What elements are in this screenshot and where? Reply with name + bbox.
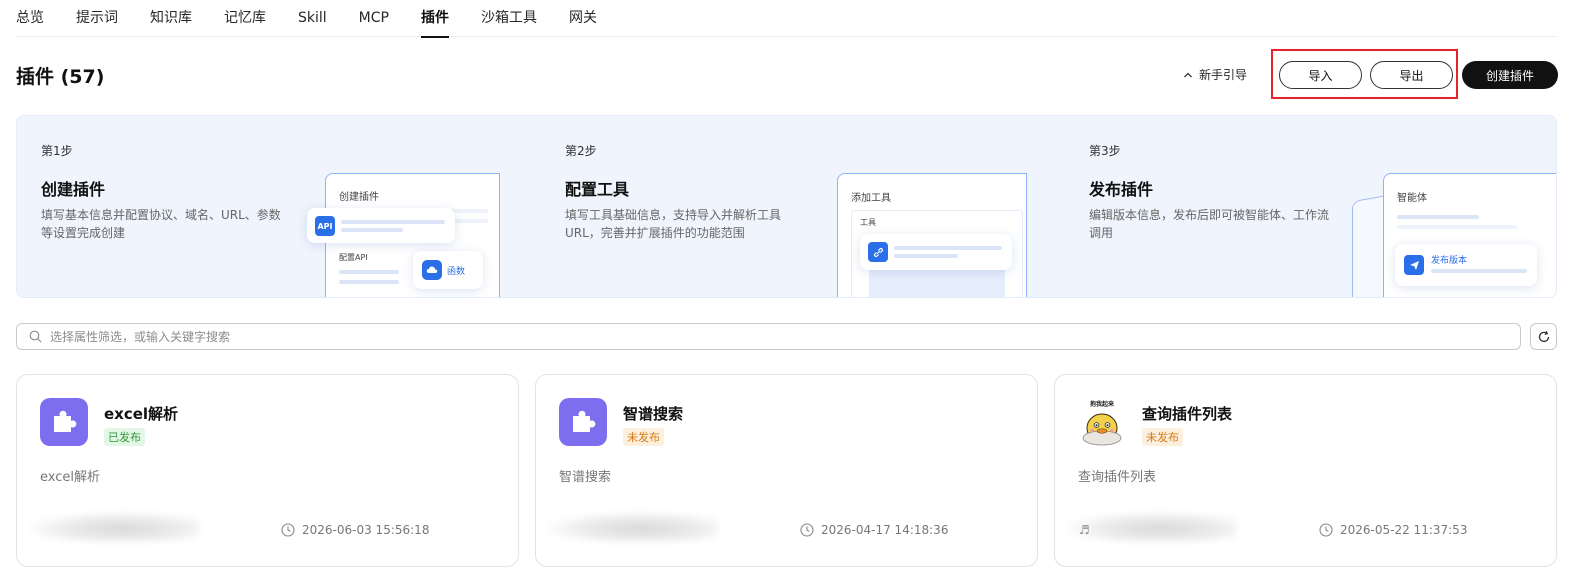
placeholder-bar: [339, 280, 399, 284]
card-desc: excel解析: [40, 470, 100, 485]
send-icon: [1404, 255, 1424, 275]
tool-sub-label: 工具: [860, 218, 876, 227]
tool-card: [860, 234, 1012, 270]
time-text: 2026-04-17 14:18:36: [821, 523, 949, 537]
step-desc: 填写基本信息并配置协议、域名、URL、参数等设置完成创建: [41, 208, 281, 240]
refresh-button[interactable]: [1530, 323, 1557, 350]
clock-icon: [800, 523, 814, 537]
import-button[interactable]: 导入: [1279, 61, 1362, 89]
mock-title: 智能体: [1397, 193, 1427, 204]
step-number: 第3步: [1089, 144, 1121, 158]
step-title: 创建插件: [41, 180, 106, 199]
search-bar: [16, 323, 1521, 350]
meme-caption: 抱我起来: [1090, 400, 1115, 408]
placeholder-bar: [894, 254, 958, 258]
steps-banner: 第1步 创建插件 填写基本信息并配置协议、域名、URL、参数等设置完成创建 创建…: [16, 115, 1557, 298]
refresh-icon: [1538, 330, 1549, 342]
placeholder-bar: [341, 220, 445, 224]
blurred-user: [1067, 512, 1237, 542]
top-tabs: 总览 提示词 知识库 记忆库 Skill MCP 插件 沙箱工具 网关: [16, 0, 1557, 38]
time-text: 2026-05-22 11:37:53: [1340, 523, 1468, 537]
export-button[interactable]: 导出: [1370, 61, 1453, 89]
card-time: 2026-04-17 14:18:36: [800, 523, 948, 537]
function-label: 函数: [447, 267, 466, 277]
puzzle-icon: [573, 410, 596, 432]
time-text: 2026-06-03 15:56:18: [302, 523, 430, 537]
guide-toggle[interactable]: 新手引导: [1183, 66, 1247, 83]
tab-mcp[interactable]: MCP: [359, 0, 389, 37]
link-icon: [868, 242, 888, 262]
publish-label: 发布版本: [1431, 256, 1468, 266]
tab-sandbox-tools[interactable]: 沙箱工具: [481, 0, 537, 37]
guide-label: 新手引导: [1199, 68, 1248, 82]
chevron-up-icon: [1184, 72, 1192, 77]
plugin-card[interactable]: 抱我起来 查询插件列表 未发布 查询插件列表 ♬ 2026-05-22 11:3…: [1054, 374, 1557, 567]
status-badge: 已发布: [104, 428, 145, 446]
tab-prompts[interactable]: 提示词: [76, 0, 118, 37]
publish-card: 发布版本: [1395, 244, 1537, 286]
card-title: excel解析: [104, 405, 179, 423]
step-title: 配置工具: [565, 180, 630, 199]
meme-avatar: 抱我起来: [1078, 398, 1126, 446]
clock-icon: [1319, 523, 1333, 537]
clock-icon: [281, 523, 295, 537]
placeholder-bar: [341, 228, 403, 232]
card-desc: 智谱搜索: [559, 470, 612, 485]
placeholder-bar: [894, 246, 1002, 250]
tab-knowledge[interactable]: 知识库: [150, 0, 192, 37]
cloud-icon: [422, 260, 442, 280]
plugin-avatar: [40, 398, 88, 446]
step-desc: 填写工具基础信息，支持导入并解析工具URL，完善并扩展插件的功能范围: [565, 208, 782, 240]
placeholder-bar: [1397, 225, 1517, 229]
mock-title: 创建插件: [339, 192, 379, 203]
search-input[interactable]: [50, 329, 1450, 344]
puzzle-icon: [54, 410, 77, 432]
tab-memory[interactable]: 记忆库: [224, 0, 266, 37]
create-plugin-button[interactable]: 创建插件: [1462, 61, 1558, 89]
card-time: 2026-06-03 15:56:18: [281, 523, 429, 537]
plugin-card[interactable]: 智谱搜索 未发布 智谱搜索 2026-04-17 14:18:36: [535, 374, 1038, 567]
card-title: 查询插件列表: [1142, 405, 1233, 423]
step-title: 发布插件: [1089, 180, 1154, 199]
step-number: 第1步: [41, 144, 73, 158]
step-number: 第2步: [565, 144, 597, 158]
tab-plugins[interactable]: 插件: [420, 0, 449, 38]
user-icon: ♬: [1079, 523, 1090, 537]
tab-gateway[interactable]: 网关: [569, 0, 597, 37]
api-chip: API: [315, 216, 335, 236]
function-card: 函数: [413, 251, 483, 289]
card-desc: 查询插件列表: [1078, 470, 1157, 485]
placeholder-bar: [1397, 215, 1479, 219]
placeholder-bar: [339, 270, 399, 274]
tab-overview[interactable]: 总览: [16, 0, 44, 37]
tab-skill[interactable]: Skill: [298, 0, 327, 37]
api-card: API: [307, 208, 455, 243]
mock-sub-label: 配置API: [339, 253, 368, 262]
blurred-user: [29, 512, 199, 542]
placeholder-bar: [1431, 269, 1527, 273]
card-time: 2026-05-22 11:37:53: [1319, 523, 1467, 537]
page-title: 插件 (57): [16, 66, 105, 88]
status-badge: 未发布: [1142, 428, 1183, 446]
plugin-card[interactable]: excel解析 已发布 excel解析 2026-06-03 15:56:18: [16, 374, 519, 567]
status-badge: 未发布: [623, 428, 664, 446]
duck-meme-image: 抱我起来: [1082, 400, 1122, 446]
search-icon: [29, 330, 42, 343]
plugin-avatar: [559, 398, 607, 446]
step-desc: 编辑版本信息，发布后即可被智能体、工作流调用: [1089, 208, 1330, 240]
card-title: 智谱搜索: [623, 405, 684, 423]
placeholder-block: [869, 269, 1005, 297]
mock-title: 添加工具: [851, 193, 891, 204]
blurred-user: [548, 512, 718, 542]
